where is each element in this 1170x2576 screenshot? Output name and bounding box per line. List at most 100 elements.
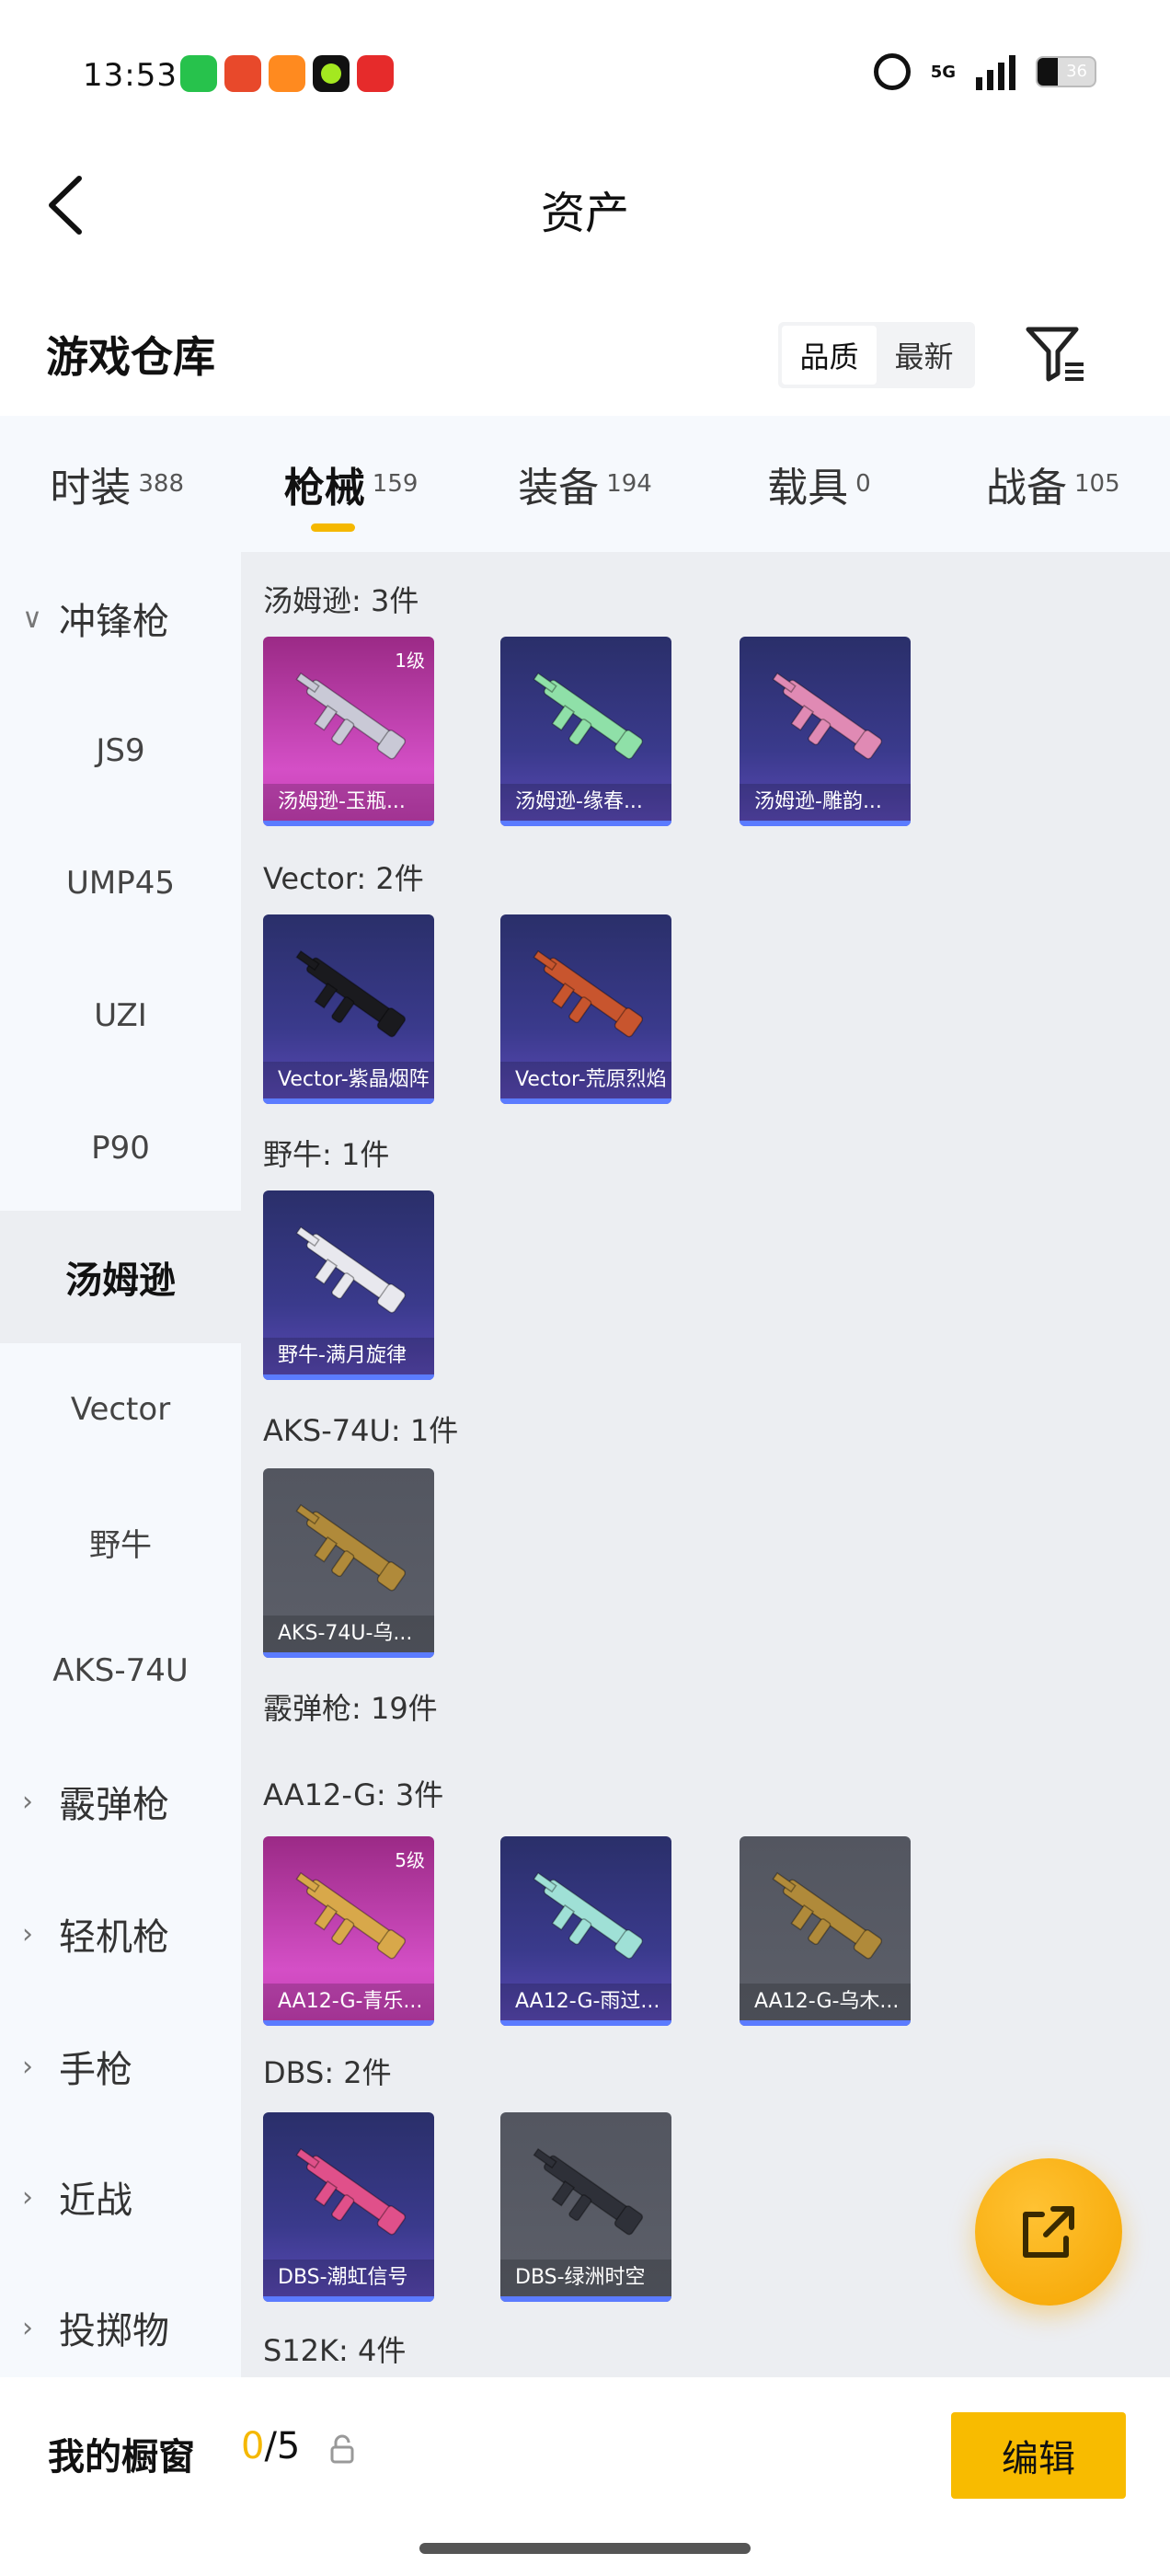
weapon-card[interactable]: 汤姆逊-雕韵... xyxy=(740,637,911,826)
tab-label: 时装 xyxy=(50,465,132,512)
network-type: 5G xyxy=(930,62,956,82)
group-label-aa12: AA12-G: 3件 xyxy=(263,1777,444,1812)
weapon-icon xyxy=(295,1225,407,1314)
rarity-bar xyxy=(500,2020,671,2026)
shopping-app-icon xyxy=(357,55,394,92)
sidebar-item-js9[interactable]: JS9 xyxy=(0,684,241,817)
wechat-icon xyxy=(180,55,217,92)
showcase-total: /5 xyxy=(264,2425,301,2467)
sidebar-item-label: UZI xyxy=(94,997,147,1034)
weapon-icon xyxy=(533,1871,644,1960)
edit-button[interactable]: 编辑 xyxy=(951,2412,1126,2499)
tab-fashion[interactable]: 时装 388 xyxy=(0,416,234,552)
sidebar-item-ump45[interactable]: UMP45 xyxy=(0,817,241,949)
bottom-bar: 我的橱窗 0/5 编辑 xyxy=(0,2377,1170,2576)
battery-icon: 36 xyxy=(1036,56,1096,87)
sidebar-item-label: 野牛 xyxy=(89,1526,152,1564)
weapon-card[interactable]: 汤姆逊-缘春... xyxy=(500,637,671,826)
weapon-card[interactable]: DBS-潮虹信号 xyxy=(263,2112,434,2302)
sidebar-item-p90[interactable]: P90 xyxy=(0,1082,241,1214)
group-label-shotgun: 霰弹枪: 19件 xyxy=(263,1691,438,1726)
battery-level: 36 xyxy=(1066,62,1087,81)
weapon-name: 汤姆逊-雕韵... xyxy=(740,784,911,821)
sort-latest-button[interactable]: 最新 xyxy=(877,326,971,385)
weapon-card[interactable]: AKS-74U-乌... xyxy=(263,1468,434,1658)
sort-toggle: 品质 最新 xyxy=(778,322,975,388)
weapon-card[interactable]: 5级 AA12-G-青乐... xyxy=(263,1836,434,2026)
weapon-name: Vector-荒原烈焰 xyxy=(500,1062,671,1098)
weapon-name: AA12-G-雨过... xyxy=(500,1984,671,2020)
sort-quality-button[interactable]: 品质 xyxy=(782,326,877,385)
sidebar-item-label: UMP45 xyxy=(66,865,175,902)
weapon-name: Vector-紫晶烟阵 xyxy=(263,1062,434,1098)
weapon-card[interactable]: 野牛-满月旋律 xyxy=(263,1190,434,1380)
weapon-card[interactable]: Vector-荒原烈焰 xyxy=(500,914,671,1104)
weapon-card[interactable]: DBS-绿洲时空 xyxy=(500,2112,671,2302)
sidebar-item-thompson[interactable]: 汤姆逊 xyxy=(0,1211,241,1343)
weapon-icon xyxy=(295,1503,407,1592)
sidebar-item-shotgun[interactable]: › 霰弹枪 xyxy=(0,1735,241,1868)
weapon-content: 汤姆逊: 3件 Vector: 2件 野牛: 1件 AKS-74U: 1件 霰弹… xyxy=(241,552,1170,2377)
showcase-current: 0 xyxy=(241,2425,265,2467)
rarity-bar xyxy=(263,2020,434,2026)
tab-vehicles[interactable]: 载具 0 xyxy=(702,416,935,552)
sidebar-item-melee[interactable]: › 近战 xyxy=(0,2131,241,2263)
tab-count: 159 xyxy=(372,470,419,498)
sidebar-item-smg[interactable]: ∨ 冲锋枪 xyxy=(0,552,241,684)
chevron-right-icon: › xyxy=(22,2050,33,2083)
sidebar-item-pistol[interactable]: › 手枪 xyxy=(0,2000,241,2133)
group-label-dbs: DBS: 2件 xyxy=(263,2055,392,2090)
weapon-card[interactable]: AA12-G-雨过... xyxy=(500,1836,671,2026)
share-button[interactable] xyxy=(975,2158,1122,2306)
sidebar-item-label: P90 xyxy=(91,1130,150,1167)
weapon-name: DBS-潮虹信号 xyxy=(263,2260,434,2296)
weapon-card[interactable]: 1级 汤姆逊-玉瓶... xyxy=(263,637,434,826)
weapon-name: DBS-绿洲时空 xyxy=(500,2260,671,2296)
video-app-icon xyxy=(269,55,305,92)
rarity-bar xyxy=(500,821,671,826)
rarity-bar xyxy=(263,821,434,826)
sidebar-item-aks74u[interactable]: AKS-74U xyxy=(0,1604,241,1737)
weapon-icon xyxy=(295,2147,407,2236)
weapon-name: 汤姆逊-缘春... xyxy=(500,784,671,821)
filter-button[interactable] xyxy=(1023,322,1087,386)
weapon-card[interactable]: AA12-G-乌木... xyxy=(740,1836,911,2026)
group-label-thompson: 汤姆逊: 3件 xyxy=(263,583,419,618)
tab-equipment[interactable]: 装备 194 xyxy=(468,416,702,552)
level-badge: 1级 xyxy=(395,650,425,672)
tab-supplies[interactable]: 战备 105 xyxy=(936,416,1170,552)
chevron-right-icon: › xyxy=(22,1917,33,1950)
sidebar-item-label: Vector xyxy=(70,1391,171,1428)
rarity-bar xyxy=(740,821,911,826)
status-indicators: 5G 36 xyxy=(873,53,1096,90)
sidebar-item-uzi[interactable]: UZI xyxy=(0,949,241,1082)
category-tabs: 时装 388 枪械 159 装备 194 载具 0 战备 105 xyxy=(0,416,1170,552)
weapon-name: AA12-G-青乐... xyxy=(263,1984,434,2020)
tab-label: 战备 xyxy=(986,465,1067,512)
chevron-right-icon: › xyxy=(22,1785,33,1818)
game-app-icon xyxy=(313,55,350,92)
chevron-right-icon: › xyxy=(22,2180,33,2214)
sidebar-item-label: 冲锋枪 xyxy=(59,601,169,643)
sidebar-item-label: AKS-74U xyxy=(52,1652,189,1689)
sidebar-item-label: 轻机枪 xyxy=(59,1916,169,1959)
showcase-count: 0/5 xyxy=(241,2425,300,2467)
sidebar-item-label: JS9 xyxy=(96,732,145,769)
sidebar-item-label: 汤姆逊 xyxy=(65,1259,176,1302)
weapon-card[interactable]: Vector-紫晶烟阵 xyxy=(263,914,434,1104)
status-bar: 13:53 5G 36 xyxy=(0,0,1170,147)
weapon-icon xyxy=(772,672,883,760)
lock-icon xyxy=(330,2434,354,2464)
sidebar-item-bison[interactable]: 野牛 xyxy=(0,1476,241,1608)
page-title: 资产 xyxy=(540,188,629,239)
group-label-s12k: S12K: 4件 xyxy=(263,2333,407,2368)
weapon-name: AA12-G-乌木... xyxy=(740,1984,911,2020)
rarity-bar xyxy=(263,2296,434,2302)
tab-label: 装备 xyxy=(518,465,600,512)
tab-firearms[interactable]: 枪械 159 xyxy=(234,416,467,552)
sidebar-item-throwable[interactable]: › 投掷物 xyxy=(0,2261,241,2394)
sidebar-item-lmg[interactable]: › 轻机枪 xyxy=(0,1868,241,2000)
sidebar-item-vector[interactable]: Vector xyxy=(0,1343,241,1476)
chevron-right-icon: › xyxy=(22,2311,33,2344)
tab-count: 388 xyxy=(138,470,185,498)
